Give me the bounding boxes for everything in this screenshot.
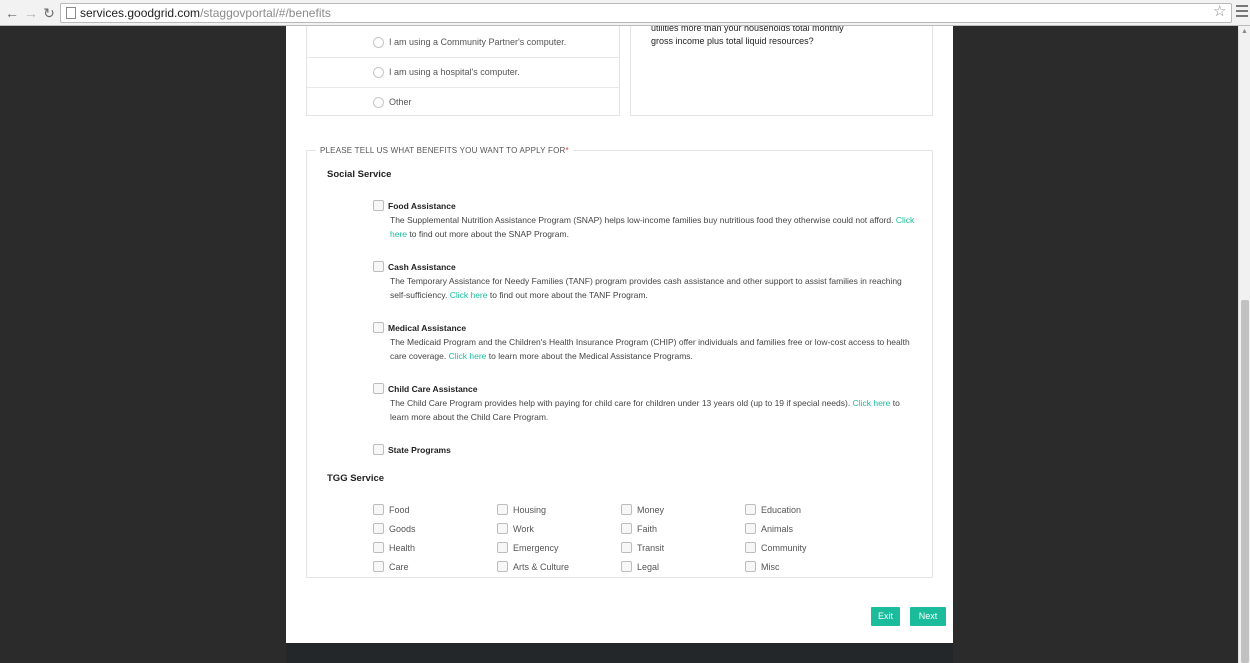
tgg-label: Goods (389, 524, 416, 534)
tgg-label: Misc (761, 562, 780, 572)
tgg-checkbox[interactable] (373, 504, 384, 515)
tgg-label: Money (637, 505, 665, 515)
forward-arrow-icon[interactable]: → (23, 5, 39, 21)
radio-row[interactable]: I am using a hospital's computer. (307, 58, 619, 88)
tgg-checkbox[interactable] (745, 561, 756, 572)
housing-cost-question: Is your household's monthly rent/mortgag… (630, 26, 933, 116)
tgg-checkbox[interactable] (621, 561, 632, 572)
tgg-checkbox[interactable] (745, 504, 756, 515)
scrollbar[interactable]: ▲ (1238, 26, 1250, 663)
description-text: The Child Care Program provides help wit… (390, 398, 851, 408)
benefit-title: Medical Assistance (388, 323, 467, 333)
tgg-label: Emergency (513, 543, 559, 553)
radio-button[interactable] (373, 67, 384, 78)
reload-icon[interactable]: ↻ (41, 5, 57, 21)
tanf-info-link[interactable]: Click here (450, 290, 488, 300)
benefit-description: The Supplemental Nutrition Assistance Pr… (390, 213, 916, 241)
page-icon (66, 7, 76, 19)
exit-button[interactable]: Exit (871, 607, 900, 626)
browser-menu-icon[interactable] (1236, 5, 1248, 19)
radio-button[interactable] (373, 97, 384, 108)
url-host: services.goodgrid.com (80, 6, 201, 20)
tgg-label: Food (389, 505, 410, 515)
tgg-checkbox[interactable] (621, 523, 632, 534)
scroll-thumb[interactable] (1241, 300, 1249, 663)
radio-button[interactable] (373, 37, 384, 48)
required-mark: * (565, 146, 569, 155)
tgg-label: Care (389, 562, 409, 572)
tgg-label: Work (513, 524, 534, 534)
benefit-title: State Programs (388, 445, 451, 455)
question-text: Is your household's monthly rent/mortgag… (651, 26, 844, 46)
benefits-fieldset: PLEASE TELL US WHAT BENEFITS YOU WANT TO… (306, 145, 933, 578)
tgg-checkbox[interactable] (373, 542, 384, 553)
food-assistance-checkbox[interactable] (373, 200, 384, 211)
benefit-description: The Child Care Program provides help wit… (390, 396, 916, 424)
tgg-label: Animals (761, 524, 794, 534)
medical-assistance-checkbox[interactable] (373, 322, 384, 333)
tgg-label: Health (389, 543, 416, 553)
address-text: services.goodgrid.com/staggovportal/#/be… (80, 6, 331, 21)
tgg-label: Faith (637, 524, 658, 534)
next-button[interactable]: Next (910, 607, 946, 626)
browser-toolbar: ← → ↻ services.goodgrid.com/staggovporta… (0, 0, 1250, 26)
legend-text: PLEASE TELL US WHAT BENEFITS YOU WANT TO… (320, 146, 566, 155)
description-text: The Supplemental Nutrition Assistance Pr… (390, 215, 894, 225)
medical-info-link[interactable]: Click here (449, 351, 487, 361)
tgg-label: Education (761, 505, 802, 515)
benefit-title: Cash Assistance (388, 262, 456, 272)
tgg-checkbox[interactable] (621, 504, 632, 515)
bookmark-star-icon[interactable]: ☆ (1213, 4, 1226, 20)
social-service-title: Social Service (327, 169, 392, 180)
address-bar[interactable]: services.goodgrid.com/staggovportal/#/be… (60, 3, 1232, 23)
description-text: to find out more about the SNAP Program. (409, 229, 569, 239)
child-care-assistance-checkbox[interactable] (373, 383, 384, 394)
benefit-description: The Temporary Assistance for Needy Famil… (390, 274, 916, 302)
tgg-label: Housing (513, 505, 547, 515)
radio-label: I am using a Community Partner's compute… (389, 37, 567, 47)
tgg-checkbox[interactable] (373, 561, 384, 572)
benefits-legend: PLEASE TELL US WHAT BENEFITS YOU WANT TO… (316, 145, 573, 157)
tgg-checkbox[interactable] (373, 523, 384, 534)
description-text: to learn more about the Medical Assistan… (488, 351, 693, 361)
tgg-service-title: TGG Service (327, 473, 385, 484)
scroll-up-arrow-icon[interactable]: ▲ (1241, 28, 1248, 35)
radio-row[interactable]: Other (307, 88, 619, 118)
tgg-checkbox[interactable] (497, 561, 508, 572)
radio-row[interactable]: I am using a Community Partner's compute… (307, 28, 619, 58)
radio-label: Other (389, 97, 412, 107)
tgg-checkbox[interactable] (497, 504, 508, 515)
benefit-title: Child Care Assistance (388, 384, 478, 394)
tgg-checkbox[interactable] (497, 542, 508, 553)
page-footer (286, 643, 953, 663)
state-programs-checkbox[interactable] (373, 444, 384, 455)
benefit-description: The Medicaid Program and the Children's … (390, 335, 916, 363)
url-path: /staggovportal/#/benefits (200, 6, 331, 20)
description-text: to find out more about the TANF Program. (489, 290, 648, 300)
tgg-label: Arts & Culture (513, 562, 570, 572)
benefit-title: Food Assistance (388, 201, 456, 211)
page-content: I am using a Community Partner's compute… (286, 26, 953, 663)
computer-location-options: I am using a Community Partner's compute… (306, 26, 620, 116)
back-arrow-icon[interactable]: ← (4, 5, 20, 21)
tgg-checkbox[interactable] (621, 542, 632, 553)
cash-assistance-checkbox[interactable] (373, 261, 384, 272)
tgg-label: Community (761, 543, 807, 553)
child-care-info-link[interactable]: Click here (853, 398, 891, 408)
tgg-label: Transit (637, 543, 665, 553)
tgg-checkbox[interactable] (497, 523, 508, 534)
tgg-checkbox[interactable] (745, 523, 756, 534)
tgg-checkbox[interactable] (745, 542, 756, 553)
radio-label: I am using a hospital's computer. (389, 67, 520, 77)
tgg-label: Legal (637, 562, 660, 572)
